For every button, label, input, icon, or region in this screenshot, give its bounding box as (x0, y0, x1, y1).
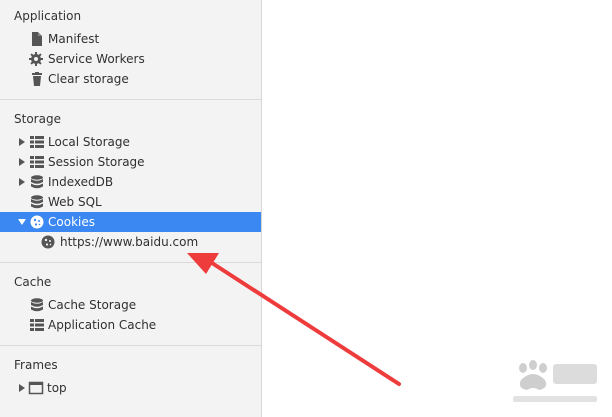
sidebar-item-label: Web SQL (48, 195, 102, 209)
sidebar-item-label: top (47, 381, 67, 395)
sidebar-item-cookie-origin[interactable]: https://www.baidu.com (0, 232, 261, 252)
sidebar-item-cache-storage[interactable]: Cache Storage (0, 295, 261, 315)
application-sidebar: Application Manifest Service Workers Cle… (0, 0, 262, 417)
table-grid-icon (29, 134, 45, 150)
section-title-application: Application (14, 9, 82, 23)
table-grid-icon (29, 317, 45, 333)
cookie-icon (40, 234, 56, 250)
devtools-application-panel: Application Manifest Service Workers Cle… (0, 0, 612, 417)
sidebar-item-label: Local Storage (48, 135, 130, 149)
main-content-pane (262, 0, 612, 417)
section-title-cache: Cache (14, 275, 52, 289)
baidu-watermark-logo (513, 360, 597, 402)
sidebar-item-label: Cache Storage (48, 298, 137, 312)
sidebar-item-label: Session Storage (48, 155, 145, 169)
sidebar-item-label: Manifest (48, 32, 100, 46)
expand-triangle-icon[interactable] (17, 152, 27, 172)
sidebar-item-web-sql[interactable]: Web SQL (0, 192, 261, 212)
collapse-triangle-icon[interactable] (17, 212, 27, 232)
table-grid-icon (29, 154, 45, 170)
section-divider (0, 345, 261, 346)
expand-triangle-icon[interactable] (17, 378, 27, 398)
sidebar-item-label: Clear storage (48, 72, 129, 86)
sidebar-item-application-cache[interactable]: Application Cache (0, 315, 261, 335)
section-title-frames: Frames (14, 358, 58, 372)
sidebar-item-label: Cookies (48, 215, 95, 229)
sidebar-item-manifest[interactable]: Manifest (0, 29, 261, 49)
section-title-storage: Storage (14, 112, 61, 126)
gear-icon (28, 51, 44, 67)
database-icon (29, 174, 45, 190)
sidebar-item-cookies[interactable]: Cookies (0, 212, 261, 232)
database-icon (29, 194, 45, 210)
sidebar-item-label: Service Workers (48, 52, 145, 66)
section-divider (0, 262, 261, 263)
sidebar-item-indexeddb[interactable]: IndexedDB (0, 172, 261, 192)
sidebar-item-label: https://www.baidu.com (60, 235, 199, 249)
cookie-icon (29, 214, 45, 230)
sidebar-item-service-workers[interactable]: Service Workers (0, 49, 261, 69)
database-icon (29, 297, 45, 313)
sidebar-item-session-storage[interactable]: Session Storage (0, 152, 261, 172)
expand-triangle-icon[interactable] (17, 172, 27, 192)
sidebar-item-label: IndexedDB (48, 175, 114, 189)
sidebar-item-clear-storage[interactable]: Clear storage (0, 69, 261, 89)
sidebar-item-local-storage[interactable]: Local Storage (0, 132, 261, 152)
section-divider (0, 99, 261, 100)
document-icon (29, 31, 45, 47)
trash-icon (29, 71, 45, 87)
expand-triangle-icon[interactable] (17, 132, 27, 152)
sidebar-item-frame-top[interactable]: top (0, 378, 261, 398)
sidebar-item-label: Application Cache (48, 318, 157, 332)
frame-window-icon (28, 380, 44, 396)
